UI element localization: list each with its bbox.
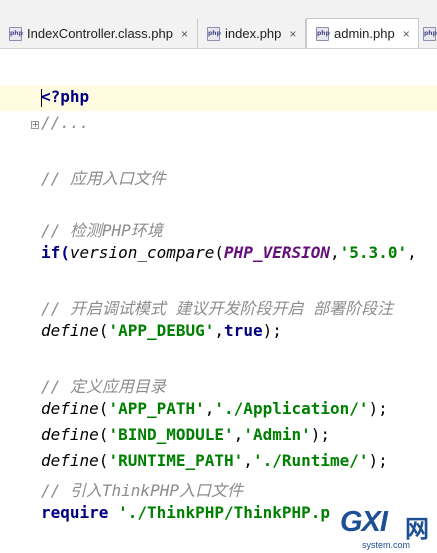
tab-indexcontroller[interactable]: php IndexController.class.php × [0, 19, 198, 48]
code-line: require './ThinkPHP/ThinkPHP.p [41, 503, 330, 522]
tab-admin[interactable]: php admin.php × [306, 18, 419, 48]
watermark-domain: system.com [362, 540, 411, 550]
php-file-icon: php [9, 26, 23, 41]
code-line: // 应用入口文件 [41, 169, 166, 188]
tab-label: IndexController.class.php [27, 26, 173, 41]
tab-index[interactable]: php index.php × [198, 19, 306, 48]
code-line: // 开启调试模式 建议开发阶段开启 部署阶段注 [41, 299, 394, 318]
code-editor[interactable]: + <?php //... // 应用入口文件 // 检测PHP环境 if(ve… [0, 80, 437, 553]
code-line: define('BIND_MODULE','Admin'); [41, 425, 331, 444]
php-file-icon: php [423, 26, 437, 41]
code-line: // 引入ThinkPHP入口文件 [41, 481, 243, 500]
watermark-cn: 网 [405, 515, 429, 543]
tab-label: index.php [225, 26, 282, 41]
code-line: define('APP_DEBUG',true); [41, 321, 282, 340]
close-icon[interactable]: × [403, 27, 410, 41]
text-caret [41, 89, 42, 107]
code-line: // 定义应用目录 [41, 377, 166, 396]
site-watermark-logo: GXI 网 system.com [338, 504, 437, 553]
code-line: if(version_compare(PHP_VERSION,'5.3.0', [41, 243, 417, 262]
watermark-brand: GXI [340, 506, 388, 538]
tab-overflow[interactable]: php [421, 19, 437, 48]
code-line: <?php [41, 87, 90, 106]
editor-tab-bar: php IndexController.class.php × php inde… [0, 0, 437, 49]
code-line: define('APP_PATH','./Application/'); [41, 399, 388, 418]
code-line: define('RUNTIME_PATH','./Runtime/'); [41, 451, 388, 470]
php-file-icon: php [207, 26, 221, 41]
code-line: // 检测PHP环境 [41, 221, 163, 240]
close-icon[interactable]: × [289, 27, 296, 41]
tab-label: admin.php [334, 26, 395, 41]
fold-expand-icon[interactable]: + [31, 121, 39, 129]
close-icon[interactable]: × [181, 27, 188, 41]
code-line: //... [41, 113, 90, 132]
gutter [0, 80, 38, 553]
php-file-icon: php [316, 26, 330, 41]
